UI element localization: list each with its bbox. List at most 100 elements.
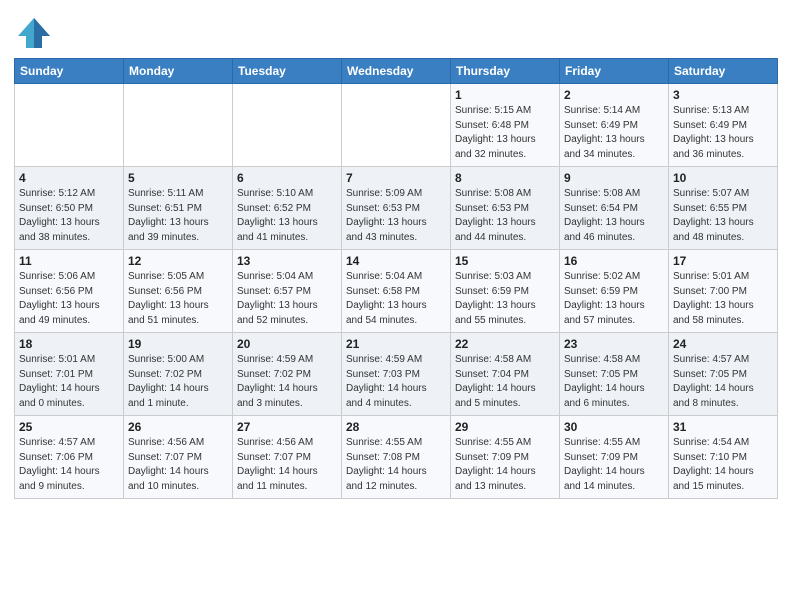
- day-cell: 9 Sunrise: 5:08 AMSunset: 6:54 PMDaylight…: [560, 167, 669, 250]
- day-cell: 16 Sunrise: 5:02 AMSunset: 6:59 PMDayligh…: [560, 250, 669, 333]
- day-info: Sunrise: 5:00 AMSunset: 7:02 PMDaylight:…: [128, 353, 228, 411]
- header: [14, 10, 778, 52]
- day-cell: 28 Sunrise: 4:55 AMSunset: 7:08 PMDayligh…: [342, 416, 451, 499]
- weekday-header-tuesday: Tuesday: [233, 59, 342, 84]
- weekday-header-thursday: Thursday: [451, 59, 560, 84]
- day-cell: 17 Sunrise: 5:01 AMSunset: 7:00 PMDayligh…: [669, 250, 778, 333]
- week-row-3: 11 Sunrise: 5:06 AMSunset: 6:56 PMDayligh…: [15, 250, 778, 333]
- day-cell: 22Sunrise: 4:58 AMSunset: 7:04 PMDayligh…: [451, 333, 560, 416]
- day-number: 1: [455, 88, 555, 102]
- day-number: 13: [237, 254, 337, 268]
- day-cell: 11 Sunrise: 5:06 AMSunset: 6:56 PMDayligh…: [15, 250, 124, 333]
- week-row-2: 4 Sunrise: 5:12 AMSunset: 6:50 PMDaylight…: [15, 167, 778, 250]
- day-cell: 26Sunrise: 4:56 AMSunset: 7:07 PMDayligh…: [124, 416, 233, 499]
- weekday-header-friday: Friday: [560, 59, 669, 84]
- day-number: 3: [673, 88, 773, 102]
- day-cell: 21Sunrise: 4:59 AMSunset: 7:03 PMDayligh…: [342, 333, 451, 416]
- day-number: 29: [455, 420, 555, 434]
- day-info: Sunrise: 4:58 AMSunset: 7:05 PMDaylight:…: [564, 353, 664, 411]
- day-number: 27: [237, 420, 337, 434]
- day-info: Sunrise: 5:08 AMSunset: 6:54 PMDaylight:…: [564, 187, 664, 245]
- day-info: Sunrise: 4:55 AMSunset: 7:08 PMDaylight:…: [346, 436, 446, 494]
- day-info: Sunrise: 4:57 AMSunset: 7:05 PMDaylight:…: [673, 353, 773, 411]
- day-info: Sunrise: 5:09 AMSunset: 6:53 PMDaylight:…: [346, 187, 446, 245]
- day-number: 28: [346, 420, 446, 434]
- day-number: 19: [128, 337, 228, 351]
- day-info: Sunrise: 4:55 AMSunset: 7:09 PMDaylight:…: [564, 436, 664, 494]
- day-number: 30: [564, 420, 664, 434]
- day-cell: 27 Sunrise: 4:56 AMSunset: 7:07 PMDayligh…: [233, 416, 342, 499]
- day-number: 26: [128, 420, 228, 434]
- day-number: 23: [564, 337, 664, 351]
- day-info: Sunrise: 4:59 AMSunset: 7:02 PMDaylight:…: [237, 353, 337, 411]
- weekday-header-wednesday: Wednesday: [342, 59, 451, 84]
- day-cell: 7 Sunrise: 5:09 AMSunset: 6:53 PMDaylight…: [342, 167, 451, 250]
- page: SundayMondayTuesdayWednesdayThursdayFrid…: [0, 0, 792, 612]
- day-number: 10: [673, 171, 773, 185]
- day-info: Sunrise: 5:11 AMSunset: 6:51 PMDaylight:…: [128, 187, 228, 245]
- day-info: Sunrise: 5:01 AMSunset: 7:01 PMDaylight:…: [19, 353, 119, 411]
- day-info: Sunrise: 5:04 AMSunset: 6:57 PMDaylight:…: [237, 270, 337, 328]
- day-info: Sunrise: 5:15 AMSunset: 6:48 PMDaylight:…: [455, 104, 555, 162]
- day-number: 8: [455, 171, 555, 185]
- day-number: 6: [237, 171, 337, 185]
- day-number: 15: [455, 254, 555, 268]
- day-cell: 12 Sunrise: 5:05 AMSunset: 6:56 PMDayligh…: [124, 250, 233, 333]
- week-row-5: 25 Sunrise: 4:57 AMSunset: 7:06 PMDayligh…: [15, 416, 778, 499]
- day-number: 12: [128, 254, 228, 268]
- day-number: 2: [564, 88, 664, 102]
- day-cell: 15 Sunrise: 5:03 AMSunset: 6:59 PMDayligh…: [451, 250, 560, 333]
- day-number: 14: [346, 254, 446, 268]
- day-info: Sunrise: 4:57 AMSunset: 7:06 PMDaylight:…: [19, 436, 119, 494]
- day-number: 22: [455, 337, 555, 351]
- logo: [14, 14, 56, 52]
- day-cell: 18Sunrise: 5:01 AMSunset: 7:01 PMDayligh…: [15, 333, 124, 416]
- day-number: 11: [19, 254, 119, 268]
- weekday-header-row: SundayMondayTuesdayWednesdayThursdayFrid…: [15, 59, 778, 84]
- day-number: 7: [346, 171, 446, 185]
- day-cell: 31Sunrise: 4:54 AMSunset: 7:10 PMDayligh…: [669, 416, 778, 499]
- day-info: Sunrise: 5:07 AMSunset: 6:55 PMDaylight:…: [673, 187, 773, 245]
- day-info: Sunrise: 5:12 AMSunset: 6:50 PMDaylight:…: [19, 187, 119, 245]
- day-number: 5: [128, 171, 228, 185]
- day-info: Sunrise: 5:04 AMSunset: 6:58 PMDaylight:…: [346, 270, 446, 328]
- week-row-4: 18Sunrise: 5:01 AMSunset: 7:01 PMDayligh…: [15, 333, 778, 416]
- day-cell: 13 Sunrise: 5:04 AMSunset: 6:57 PMDayligh…: [233, 250, 342, 333]
- day-cell: 24 Sunrise: 4:57 AMSunset: 7:05 PMDayligh…: [669, 333, 778, 416]
- day-cell: [124, 84, 233, 167]
- day-cell: 8 Sunrise: 5:08 AMSunset: 6:53 PMDaylight…: [451, 167, 560, 250]
- day-cell: 1 Sunrise: 5:15 AMSunset: 6:48 PMDaylight…: [451, 84, 560, 167]
- day-info: Sunrise: 4:55 AMSunset: 7:09 PMDaylight:…: [455, 436, 555, 494]
- day-info: Sunrise: 4:59 AMSunset: 7:03 PMDaylight:…: [346, 353, 446, 411]
- day-info: Sunrise: 5:13 AMSunset: 6:49 PMDaylight:…: [673, 104, 773, 162]
- day-info: Sunrise: 5:05 AMSunset: 6:56 PMDaylight:…: [128, 270, 228, 328]
- day-cell: 14 Sunrise: 5:04 AMSunset: 6:58 PMDayligh…: [342, 250, 451, 333]
- day-cell: 30 Sunrise: 4:55 AMSunset: 7:09 PMDayligh…: [560, 416, 669, 499]
- day-number: 24: [673, 337, 773, 351]
- day-cell: 20Sunrise: 4:59 AMSunset: 7:02 PMDayligh…: [233, 333, 342, 416]
- day-cell: 4 Sunrise: 5:12 AMSunset: 6:50 PMDaylight…: [15, 167, 124, 250]
- day-info: Sunrise: 5:03 AMSunset: 6:59 PMDaylight:…: [455, 270, 555, 328]
- day-cell: 19 Sunrise: 5:00 AMSunset: 7:02 PMDayligh…: [124, 333, 233, 416]
- day-number: 16: [564, 254, 664, 268]
- day-cell: 10 Sunrise: 5:07 AMSunset: 6:55 PMDayligh…: [669, 167, 778, 250]
- day-info: Sunrise: 5:14 AMSunset: 6:49 PMDaylight:…: [564, 104, 664, 162]
- day-cell: 25 Sunrise: 4:57 AMSunset: 7:06 PMDayligh…: [15, 416, 124, 499]
- day-info: Sunrise: 4:56 AMSunset: 7:07 PMDaylight:…: [237, 436, 337, 494]
- week-row-1: 1 Sunrise: 5:15 AMSunset: 6:48 PMDaylight…: [15, 84, 778, 167]
- day-number: 9: [564, 171, 664, 185]
- day-cell: [342, 84, 451, 167]
- day-info: Sunrise: 5:10 AMSunset: 6:52 PMDaylight:…: [237, 187, 337, 245]
- day-info: Sunrise: 5:06 AMSunset: 6:56 PMDaylight:…: [19, 270, 119, 328]
- day-number: 4: [19, 171, 119, 185]
- day-info: Sunrise: 5:01 AMSunset: 7:00 PMDaylight:…: [673, 270, 773, 328]
- day-number: 17: [673, 254, 773, 268]
- logo-icon: [14, 14, 52, 52]
- day-info: Sunrise: 4:54 AMSunset: 7:10 PMDaylight:…: [673, 436, 773, 494]
- day-cell: 6 Sunrise: 5:10 AMSunset: 6:52 PMDaylight…: [233, 167, 342, 250]
- day-info: Sunrise: 5:02 AMSunset: 6:59 PMDaylight:…: [564, 270, 664, 328]
- day-number: 25: [19, 420, 119, 434]
- day-info: Sunrise: 5:08 AMSunset: 6:53 PMDaylight:…: [455, 187, 555, 245]
- calendar-table: SundayMondayTuesdayWednesdayThursdayFrid…: [14, 58, 778, 499]
- day-cell: 5 Sunrise: 5:11 AMSunset: 6:51 PMDaylight…: [124, 167, 233, 250]
